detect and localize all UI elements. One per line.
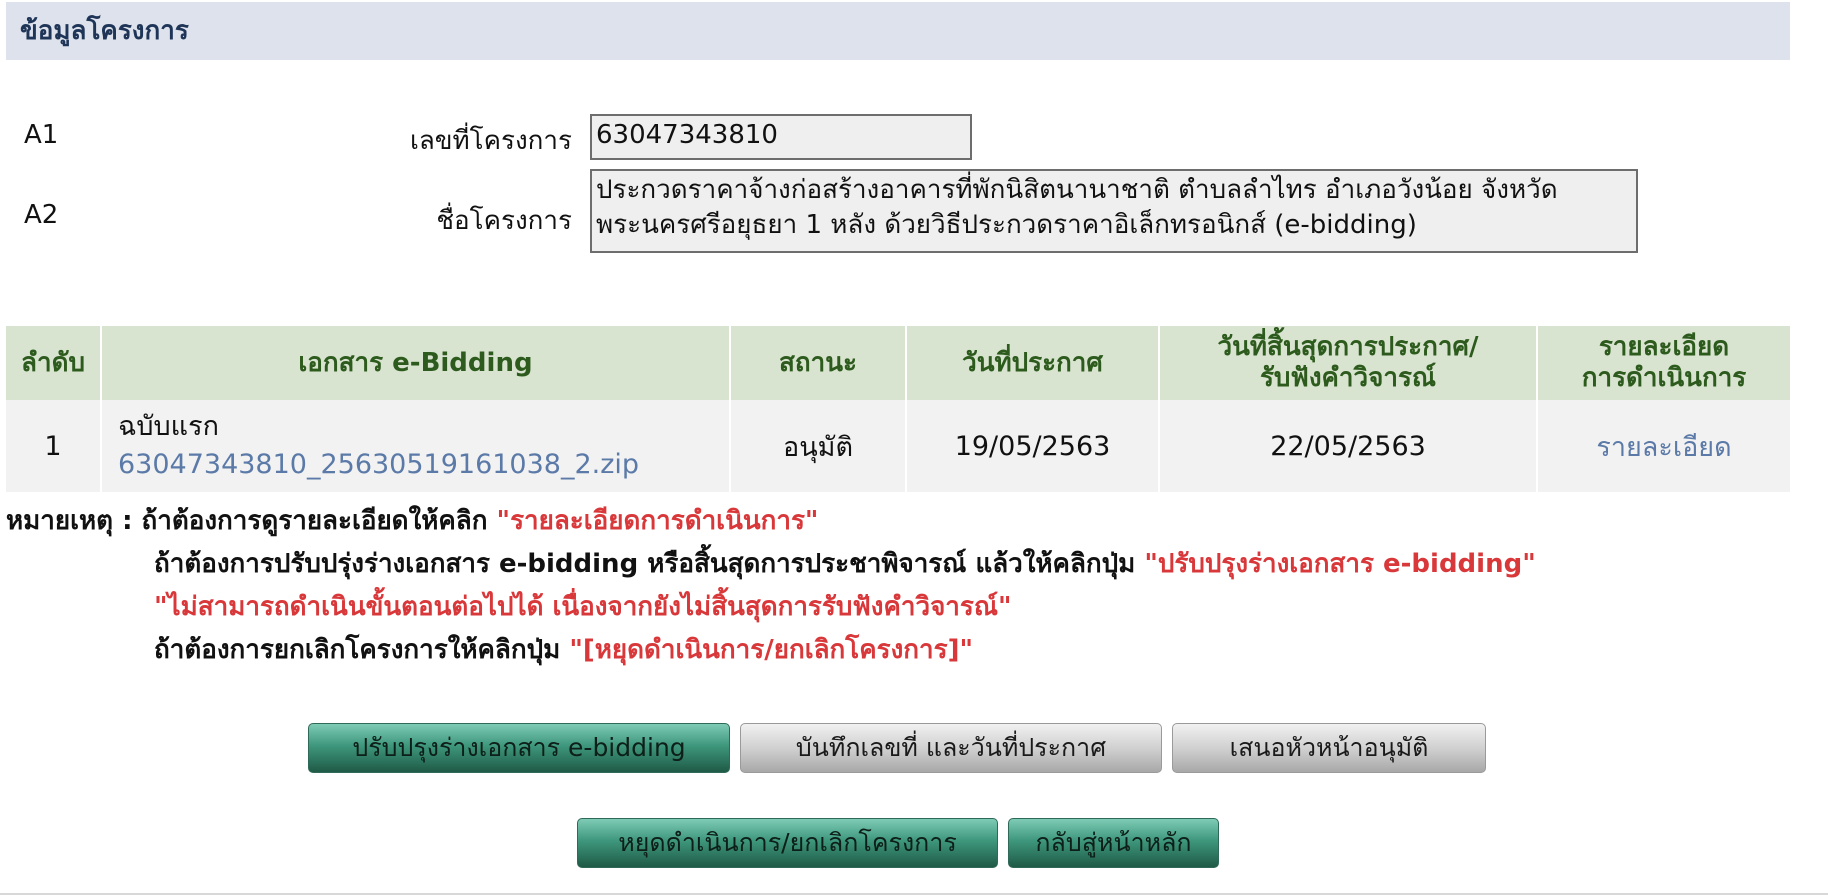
field-row-project-number: A1 เลขที่โครงการ [0, 120, 572, 160]
note-1-highlight: "รายละเอียดการดำเนินการ" [496, 506, 819, 536]
row-end-date: 22/05/2563 [1159, 400, 1538, 492]
row-status: อนุมัติ [730, 400, 907, 492]
field-code-a2: A2 [24, 200, 59, 230]
header-index: ลำดับ [6, 326, 102, 400]
field-code-a1: A1 [24, 120, 59, 150]
update-draft-button[interactable]: ปรับปรุงร่างเอกสาร e-bidding [308, 723, 730, 773]
documents-table: ลำดับ เอกสาร e-Bidding สถานะ วันที่ประกา… [6, 326, 1790, 492]
doc-title: ฉบับแรก [118, 411, 219, 442]
doc-file-link[interactable]: 63047343810_25630519161038_2.zip [118, 446, 723, 484]
section-header: ข้อมูลโครงการ [6, 2, 1790, 60]
header-end-date: วันที่สิ้นสุดการประกาศ/ รับฟังคำวิจารณ์ [1159, 326, 1538, 400]
note-line-4: ถ้าต้องการยกเลิกโครงการให้คลิกปุ่ม "[หยุ… [6, 629, 1536, 672]
row-detail: รายละเอียด [1537, 400, 1790, 492]
note-line-1: หมายเหตุ : ถ้าต้องการดูรายละเอียดให้คลิก… [6, 500, 1536, 543]
note-2-text: ถ้าต้องการปรับปรุ่งร่างเอกสาร e-bidding … [154, 549, 1145, 579]
stop-cancel-project-button[interactable]: หยุดดำเนินการ/ยกเลิกโครงการ [577, 818, 998, 868]
section-title: ข้อมูลโครงการ [20, 16, 189, 46]
project-number-field[interactable]: 63047343810 [590, 114, 972, 160]
notes-block: หมายเหตุ : ถ้าต้องการดูรายละเอียดให้คลิก… [6, 500, 1536, 672]
note-2-highlight: "ปรับปรุงร่างเอกสาร e-bidding" [1144, 549, 1536, 579]
note-1-text: หมายเหตุ : ถ้าต้องการดูรายละเอียดให้คลิก [6, 506, 497, 536]
bottom-divider [0, 893, 1828, 895]
note-4-text: ถ้าต้องการยกเลิกโครงการให้คลิกปุ่ม [154, 635, 570, 665]
header-detail-line1: รายละเอียด [1598, 332, 1730, 362]
note-4-highlight: "[หยุดดำเนินการ/ยกเลิกโครงการ]" [569, 635, 974, 665]
header-detail-line2: การดำเนินการ [1581, 363, 1747, 393]
project-number-label: เลขที่โครงการ [409, 126, 572, 156]
table-row: 1 ฉบับแรก 63047343810_25630519161038_2.z… [6, 400, 1790, 492]
note-line-3: "ไม่สามารถดำเนินขั้นตอนต่อไปได้ เนื่องจา… [6, 586, 1536, 629]
table-header-row: ลำดับ เอกสาร e-Bidding สถานะ วันที่ประกา… [6, 326, 1790, 400]
note-line-2: ถ้าต้องการปรับปรุ่งร่างเอกสาร e-bidding … [6, 543, 1536, 586]
propose-approval-button[interactable]: เสนอหัวหน้าอนุมัติ [1172, 723, 1486, 773]
project-name-label: ชื่อโครงการ [436, 206, 572, 236]
header-status: สถานะ [730, 326, 907, 400]
field-row-project-name: A2 ชื่อโครงการ [0, 200, 572, 240]
header-end-date-line2: รับฟังคำวิจารณ์ [1259, 363, 1437, 393]
save-number-date-button[interactable]: บันทึกเลขที่ และวันที่ประกาศ [740, 723, 1162, 773]
header-detail: รายละเอียด การดำเนินการ [1537, 326, 1790, 400]
header-announce-date: วันที่ประกาศ [906, 326, 1160, 400]
row-index: 1 [6, 400, 102, 492]
project-name-field[interactable]: ประกวดราคาจ้างก่อสร้างอาคารที่พักนิสิตนา… [590, 169, 1638, 253]
detail-link[interactable]: รายละเอียด [1596, 432, 1731, 463]
note-3-warning: "ไม่สามารถดำเนินขั้นตอนต่อไปได้ เนื่องจา… [154, 592, 1012, 622]
back-home-button[interactable]: กลับสู่หน้าหลัก [1008, 818, 1219, 868]
header-end-date-line1: วันที่สิ้นสุดการประกาศ/ [1217, 332, 1479, 362]
header-document: เอกสาร e-Bidding [101, 326, 731, 400]
row-document: ฉบับแรก 63047343810_25630519161038_2.zip [101, 400, 731, 492]
row-announce-date: 19/05/2563 [906, 400, 1160, 492]
